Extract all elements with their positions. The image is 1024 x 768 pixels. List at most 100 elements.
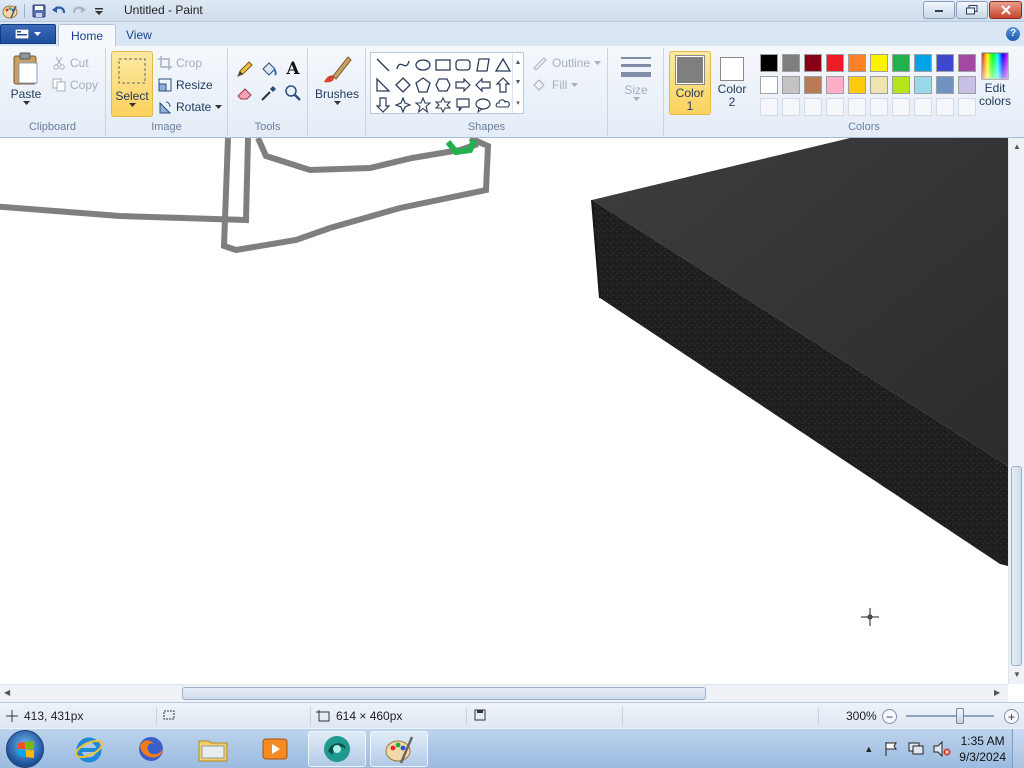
color-swatch[interactable] [780,96,802,118]
color-swatch[interactable] [846,96,868,118]
customize-qat-icon[interactable] [91,3,107,19]
color-swatch[interactable] [912,96,934,118]
app-menu-button[interactable] [0,24,56,44]
up-arrow-shape-icon[interactable] [493,75,513,95]
rectangle-shape-icon[interactable] [433,55,453,75]
show-desktop-button[interactable] [1012,729,1024,768]
color2-button[interactable]: Color 2 [713,51,751,115]
fill-icon[interactable] [258,58,280,80]
rounded-rectangle-shape-icon[interactable] [453,55,473,75]
color-swatch[interactable] [890,52,912,74]
horizontal-scroll-thumb[interactable] [182,687,706,700]
color-swatch[interactable] [868,74,890,96]
undo-icon[interactable] [51,3,67,19]
color-swatch[interactable] [824,74,846,96]
brushes-button[interactable]: Brushes [314,52,360,106]
color-swatch[interactable] [846,74,868,96]
right-arrow-shape-icon[interactable] [453,75,473,95]
rotate-button[interactable]: Rotate [158,98,223,116]
taskbar-internet-explorer[interactable] [60,731,118,767]
drawing-canvas[interactable] [0,138,1008,684]
scroll-right-arrow-icon[interactable]: ▶ [994,688,1000,697]
color-swatch[interactable] [934,96,956,118]
five-point-star-shape-icon[interactable] [413,95,433,115]
outline-button[interactable]: Outline [532,54,602,72]
left-arrow-shape-icon[interactable] [473,75,493,95]
color-swatch[interactable] [868,96,890,118]
polygon-shape-icon[interactable] [473,55,493,75]
taskbar-file-explorer[interactable] [184,731,242,767]
close-button[interactable] [989,1,1022,19]
text-icon[interactable]: A [282,58,304,80]
scroll-down-icon[interactable]: ▼ [515,79,522,86]
color-swatch[interactable] [824,96,846,118]
action-center-flag-icon[interactable] [883,741,899,757]
restore-button[interactable] [956,1,988,19]
network-icon[interactable] [907,741,925,757]
zoom-slider-knob[interactable] [956,708,964,724]
color-swatch[interactable] [758,96,780,118]
color1-button[interactable]: Color 1 [669,51,711,115]
tab-view[interactable]: View [114,24,164,46]
paste-button[interactable]: Paste [6,52,46,106]
edit-colors-button[interactable]: Edit colors [975,52,1015,108]
color-swatch[interactable] [758,74,780,96]
select-button[interactable]: Select [111,51,153,117]
color-swatch[interactable] [758,52,780,74]
oval-callout-shape-icon[interactable] [473,95,493,115]
canvas-area[interactable] [0,138,1008,684]
help-icon[interactable]: ? [1006,27,1020,41]
down-arrow-shape-icon[interactable] [373,95,393,115]
six-point-star-shape-icon[interactable] [433,95,453,115]
color-swatch[interactable] [780,74,802,96]
zoom-in-button[interactable]: + [1004,709,1019,724]
taskbar-paint[interactable] [370,731,428,767]
color-picker-icon[interactable] [258,82,280,104]
minimize-button[interactable] [923,1,955,19]
color-swatch[interactable] [780,52,802,74]
diamond-shape-icon[interactable] [393,75,413,95]
expand-gallery-icon[interactable]: ▾ [516,99,520,107]
triangle-shape-icon[interactable] [493,55,513,75]
shapes-scroll[interactable]: ▲ ▼ ▾ [512,53,523,113]
color-swatch[interactable] [890,96,912,118]
line-shape-icon[interactable] [373,55,393,75]
scroll-down-arrow-icon[interactable]: ▼ [1013,670,1021,679]
show-hidden-icons-icon[interactable]: ▲ [864,744,873,754]
taskbar-clock[interactable]: 1:35 AM 9/3/2024 [959,733,1006,765]
rounded-callout-shape-icon[interactable] [453,95,473,115]
taskbar-firefox[interactable] [122,731,180,767]
vertical-scroll-thumb[interactable] [1011,466,1022,666]
oval-shape-icon[interactable] [413,55,433,75]
cut-button[interactable]: Cut [52,54,89,72]
color-swatch[interactable] [890,74,912,96]
copy-button[interactable]: Copy [52,76,98,94]
right-triangle-shape-icon[interactable] [373,75,393,95]
color-swatch[interactable] [802,74,824,96]
color-swatch[interactable] [802,96,824,118]
fill-button[interactable]: Fill [532,76,579,94]
cloud-callout-shape-icon[interactable] [493,95,513,115]
horizontal-scrollbar[interactable]: ◀ ▶ [0,684,1008,702]
taskbar-app[interactable] [308,731,366,767]
scroll-up-icon[interactable]: ▲ [515,59,522,66]
volume-muted-icon[interactable] [933,741,951,757]
scroll-up-arrow-icon[interactable]: ▲ [1013,142,1021,151]
redo-icon[interactable] [71,3,87,19]
color-swatch[interactable] [934,74,956,96]
save-icon[interactable] [31,3,47,19]
zoom-out-button[interactable]: − [882,709,897,724]
crop-button[interactable]: Crop [158,54,202,72]
pencil-icon[interactable] [234,58,256,80]
start-button[interactable] [6,730,44,768]
color-swatch[interactable] [802,52,824,74]
color-swatch[interactable] [868,52,890,74]
vertical-scrollbar[interactable]: ▲ ▼ [1008,138,1024,684]
pentagon-shape-icon[interactable] [413,75,433,95]
color-swatch[interactable] [934,52,956,74]
color-swatch[interactable] [846,52,868,74]
taskbar-media-player[interactable] [246,731,304,767]
paint-app-icon[interactable] [2,3,18,19]
four-point-star-shape-icon[interactable] [393,95,413,115]
resize-button[interactable]: Resize [158,76,213,94]
